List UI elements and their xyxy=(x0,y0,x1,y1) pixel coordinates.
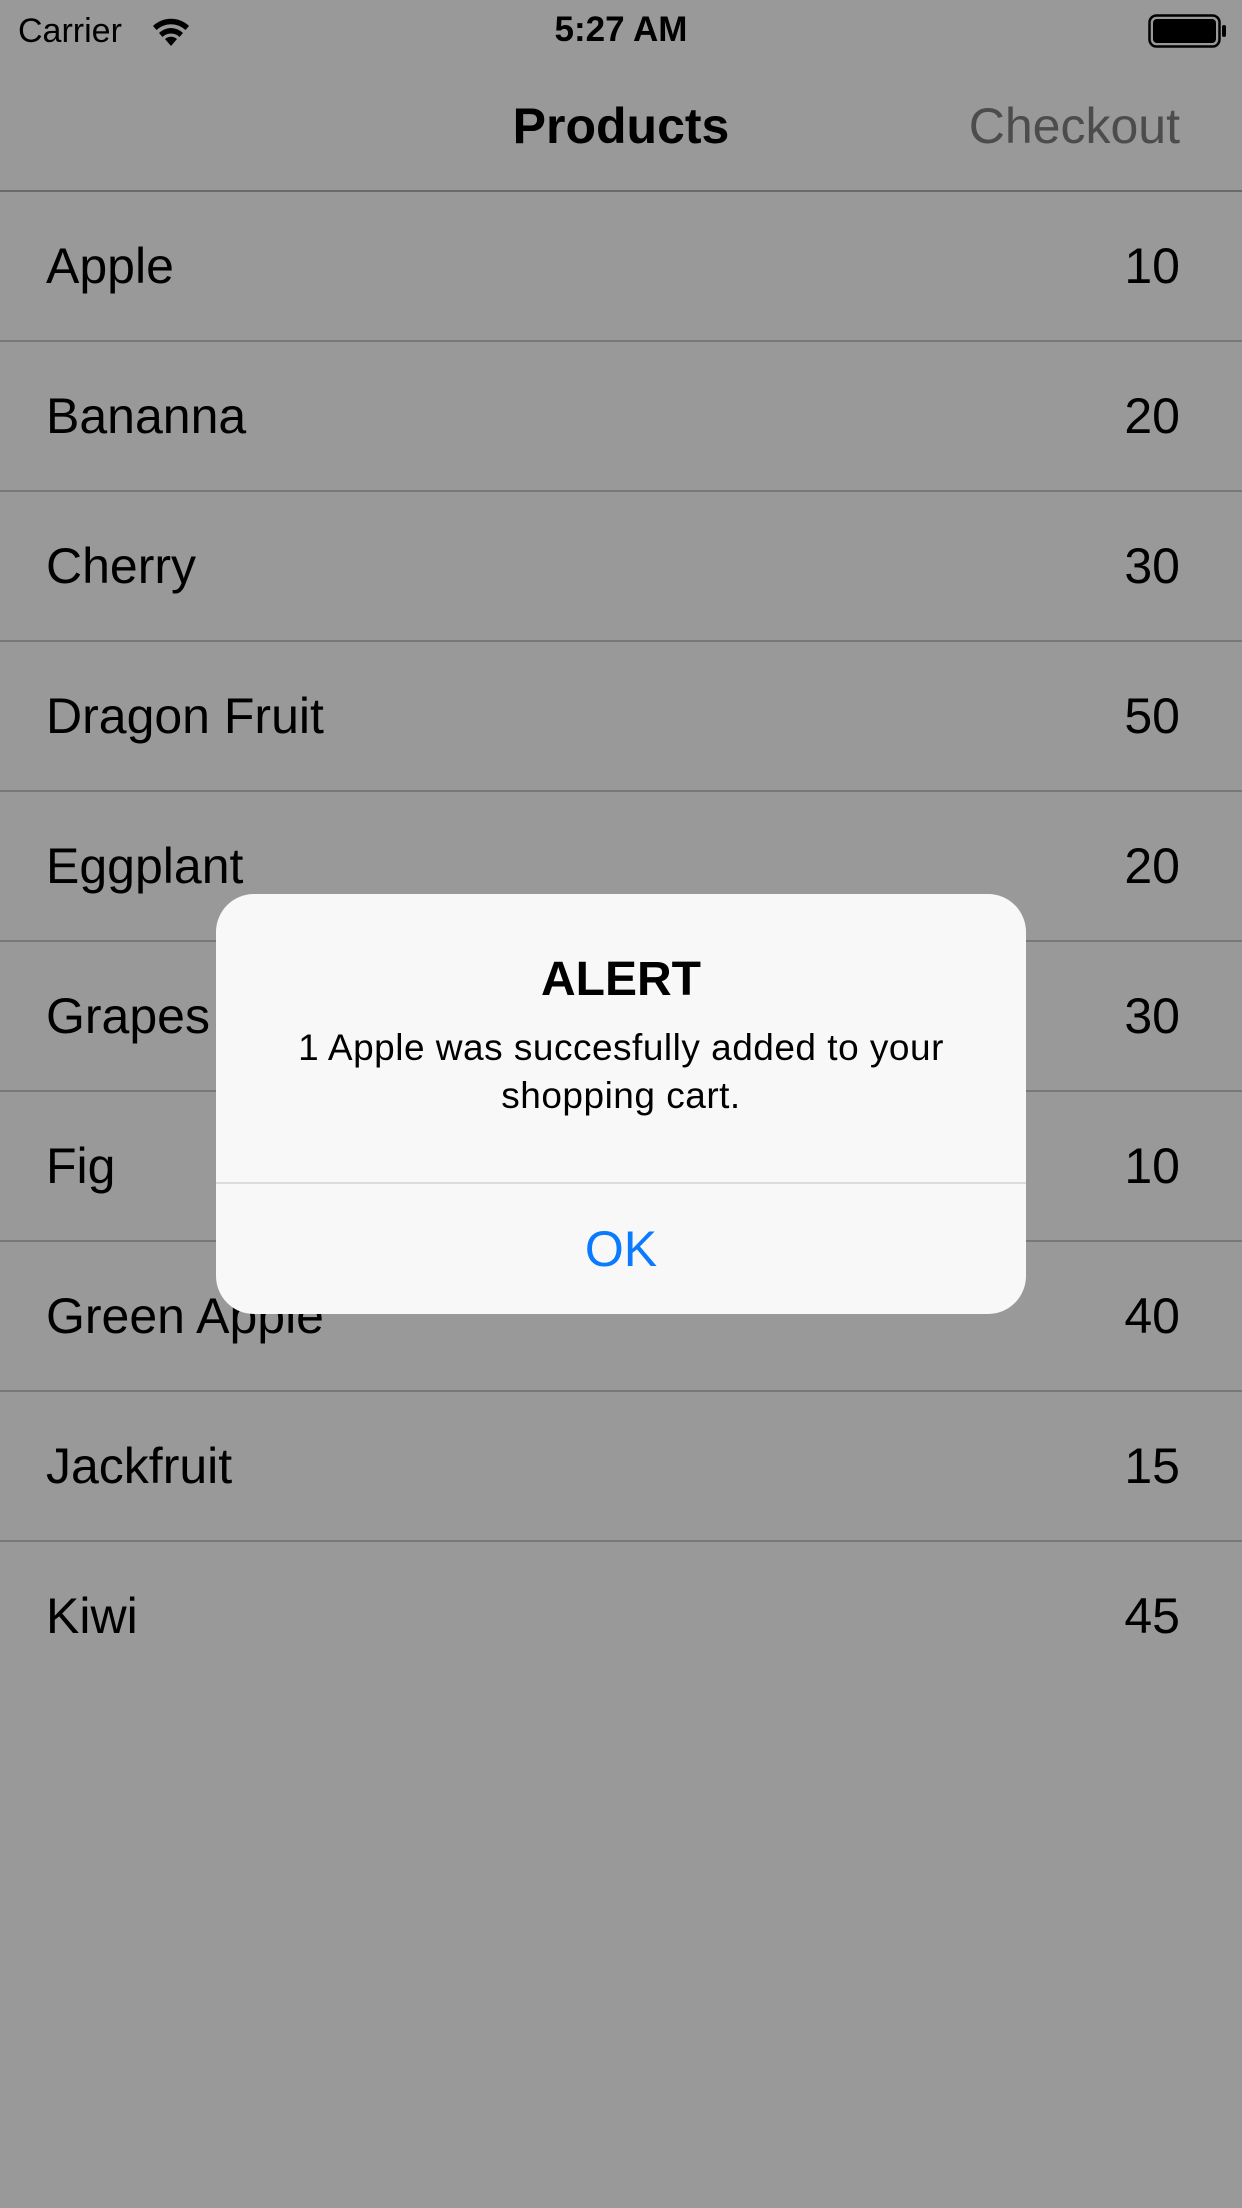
alert-title: ALERT xyxy=(541,953,701,1006)
alert-dialog: ALERT 1 Apple was succesfully added to y… xyxy=(216,894,1026,1314)
ok-button[interactable]: OK xyxy=(216,1184,1026,1314)
alert-message: 1 Apple was succesfully added to your sh… xyxy=(298,1027,944,1116)
